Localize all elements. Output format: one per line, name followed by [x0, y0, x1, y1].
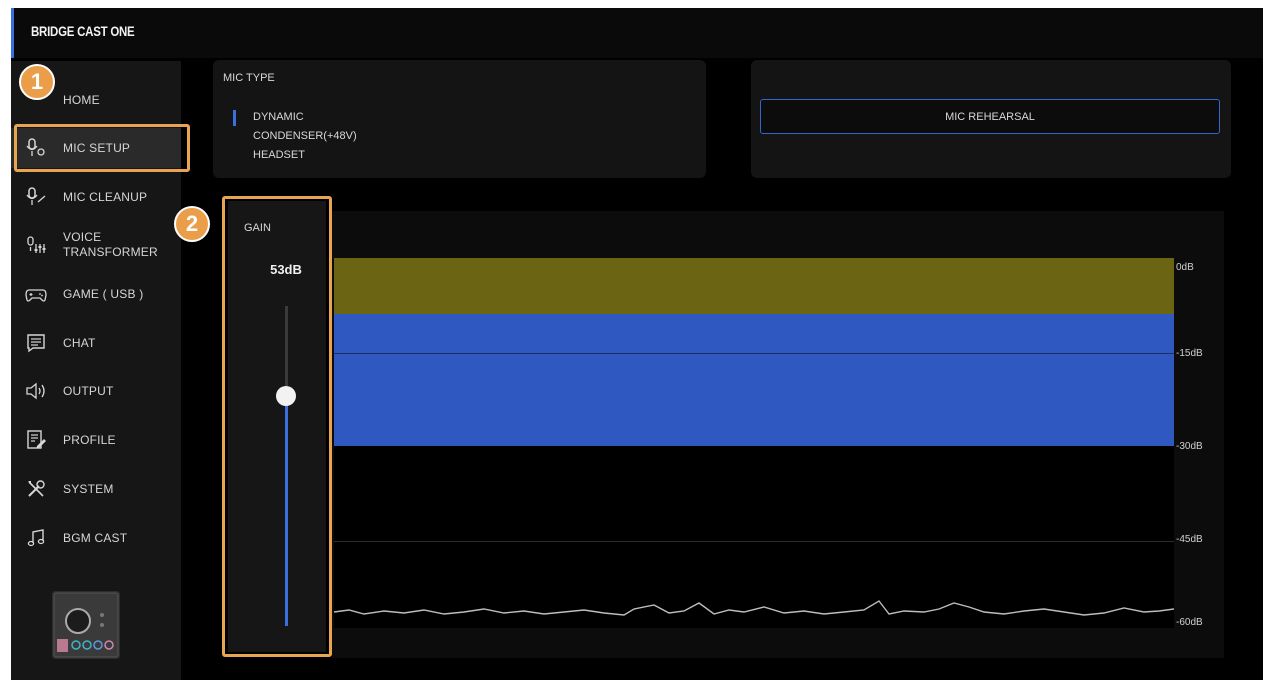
mic-cleanup-icon [25, 186, 47, 208]
music-note-icon [25, 527, 47, 549]
chat-icon [25, 332, 47, 354]
sidebar-item-label: SYSTEM [63, 481, 114, 496]
sidebar-item-label: GAME ( USB ) [63, 286, 144, 301]
sidebar-item-bgm-cast[interactable]: BGM CAST [11, 518, 181, 558]
sidebar-item-game-usb[interactable]: GAME ( USB ) [11, 274, 181, 314]
sidebar-item-output[interactable]: OUTPUT [11, 371, 181, 411]
mic-type-option-dynamic[interactable]: DYNAMIC [253, 111, 304, 123]
speaker-icon [25, 380, 47, 402]
sidebar-item-chat[interactable]: CHAT [11, 323, 181, 363]
mic-type-selected-indicator [233, 110, 236, 126]
sidebar-item-label: CHAT [63, 335, 96, 350]
meter-scale-label: -45dB [1176, 534, 1203, 545]
meter-band-yellow [334, 258, 1174, 314]
meter-scale-label: -60dB [1176, 617, 1203, 628]
tools-icon [25, 478, 47, 500]
annotation-badge-1: 1 [19, 64, 55, 100]
annotation-badge-2: 2 [174, 206, 210, 242]
waveform [334, 600, 1174, 616]
sidebar-item-label: HOME [63, 92, 100, 107]
meter-gridline [334, 353, 1174, 354]
device-thumbnail-icon[interactable] [52, 591, 120, 659]
highlight-mic-setup [14, 124, 190, 172]
meter-scale-label: 0dB [1176, 262, 1194, 273]
sidebar-item-label: PROFILE [63, 432, 116, 447]
sidebar-item-mic-cleanup[interactable]: MIC CLEANUP [11, 177, 181, 217]
mic-rehearsal-button[interactable]: MIC REHEARSAL [760, 99, 1220, 134]
mic-type-option-condenser[interactable]: CONDENSER(+48V) [253, 130, 357, 142]
sidebar-item-profile[interactable]: PROFILE [11, 420, 181, 460]
voice-transformer-icon [25, 234, 47, 256]
sidebar-item-label: VOICE TRANSFORMER [63, 230, 158, 259]
sidebar-item-label: BGM CAST [63, 530, 128, 545]
sidebar-item-system[interactable]: SYSTEM [11, 469, 181, 509]
sidebar-item-label: OUTPUT [63, 383, 114, 398]
meter-scale-label: -15dB [1176, 348, 1203, 359]
title-accent [11, 8, 14, 58]
mic-type-title: MIC TYPE [223, 72, 275, 84]
mic-type-option-headset[interactable]: HEADSET [253, 149, 305, 161]
gamepad-icon [25, 283, 47, 305]
sidebar-item-voice-transformer[interactable]: VOICE TRANSFORMER [11, 225, 181, 265]
sidebar-item-label: MIC CLEANUP [63, 189, 148, 204]
meter-band-blue [334, 314, 1174, 446]
meter-scale-label: -30dB [1176, 441, 1203, 452]
meter-gridline [334, 541, 1174, 542]
title-bar: BRIDGE CAST ONE [11, 8, 1263, 58]
app-title: BRIDGE CAST ONE [31, 23, 135, 39]
profile-icon [25, 429, 47, 451]
highlight-gain [222, 196, 332, 657]
